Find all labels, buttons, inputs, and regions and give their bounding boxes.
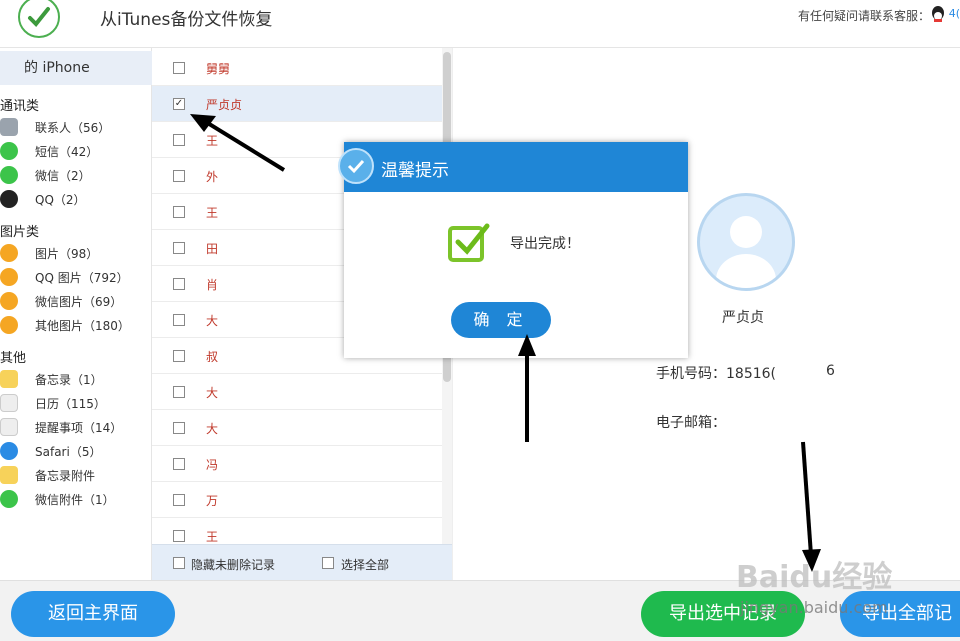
sidebar-item-notes[interactable]: 备忘录（1） (0, 367, 152, 391)
table-row[interactable]: 大 (152, 374, 442, 410)
table-row[interactable]: 冯 (152, 446, 442, 482)
category-other: 其他 (0, 351, 27, 366)
select-all-label: 选择全部 (341, 558, 390, 572)
sidebar-item-reminders[interactable]: 提醒事项（14） (0, 415, 152, 439)
table-row[interactable]: 舅舅 (152, 50, 442, 86)
qq-number[interactable]: 4( (949, 7, 960, 20)
calendar-icon (0, 394, 18, 412)
table-row[interactable]: ✓ 严贞贞 (152, 86, 442, 122)
sidebar-item-qq-photos[interactable]: QQ 图片（792） (0, 265, 152, 289)
sms-icon (0, 142, 18, 160)
hide-undeleted-checkbox[interactable] (173, 557, 185, 569)
wechat-attachment-icon (0, 490, 18, 508)
row-checkbox[interactable] (173, 530, 185, 542)
row-checkbox[interactable] (173, 350, 185, 362)
sidebar-item-sms[interactable]: 短信（42） (0, 139, 152, 163)
row-checkbox[interactable]: ✓ (173, 98, 185, 110)
qq-support-icon[interactable] (930, 5, 946, 23)
phone-tail: 6 (826, 363, 835, 379)
support-text: 有任何疑问请联系客服： (797, 9, 930, 23)
category-images: 图片类 (0, 225, 40, 240)
row-checkbox[interactable] (173, 242, 185, 254)
wechat-photos-icon (0, 292, 18, 310)
sidebar-item-notes-attachments[interactable]: 备忘录附件 (0, 463, 152, 487)
table-row[interactable]: 大 (152, 410, 442, 446)
photos-icon (0, 244, 18, 262)
success-check-icon (448, 223, 490, 262)
export-complete-dialog: 温馨提示 导出完成！ 确 定 (338, 142, 688, 358)
sidebar-item-wechat-attachments[interactable]: 微信附件（1） (0, 487, 152, 511)
phone-label: 手机号码：18516( (656, 366, 776, 382)
row-checkbox[interactable] (173, 422, 185, 434)
sidebar-item-safari[interactable]: Safari（5） (0, 439, 152, 463)
row-checkbox[interactable] (173, 278, 185, 290)
baidu-watermark: Baidu经验 jingyan.baidu.com (736, 560, 893, 617)
other-photos-icon (0, 316, 18, 334)
contact-name: 严贞贞 (722, 310, 764, 326)
row-checkbox[interactable] (173, 206, 185, 218)
qq-icon (0, 190, 18, 208)
person-icon (716, 216, 776, 288)
select-all-checkbox[interactable] (322, 557, 334, 569)
safari-icon (0, 442, 18, 460)
qq-photos-icon (0, 268, 18, 286)
row-checkbox[interactable] (173, 134, 185, 146)
row-checkbox[interactable] (173, 494, 185, 506)
row-checkbox[interactable] (173, 314, 185, 326)
sidebar-item-other-photos[interactable]: 其他图片（180） (0, 313, 152, 337)
sidebar-item-qq[interactable]: QQ（2） (0, 187, 152, 211)
sidebar-item-photos[interactable]: 图片（98） (0, 241, 152, 265)
app-logo-icon (18, 0, 60, 38)
contacts-icon (0, 118, 18, 136)
dialog-shield-icon (338, 148, 374, 184)
confirm-button[interactable]: 确 定 (451, 302, 551, 338)
contact-avatar (697, 193, 795, 291)
dialog-title: 温馨提示 (381, 161, 449, 181)
sidebar-item-contacts[interactable]: 联系人（56） (0, 115, 152, 139)
wechat-icon (0, 166, 18, 184)
dialog-header: 温馨提示 (338, 142, 688, 192)
table-row[interactable]: 万 (152, 482, 442, 518)
row-checkbox[interactable] (173, 458, 185, 470)
app-title: 从iTunes备份文件恢复 (100, 10, 273, 30)
list-footer: 隐藏未删除记录 选择全部 (152, 544, 452, 580)
sidebar-item-wechat-photos[interactable]: 微信图片（69） (0, 289, 152, 313)
row-checkbox[interactable] (173, 386, 185, 398)
reminders-icon (0, 418, 18, 436)
row-checkbox[interactable] (173, 170, 185, 182)
notes-attachment-icon (0, 466, 18, 484)
device-item[interactable]: 的 iPhone (0, 51, 152, 85)
email-label: 电子邮箱： (656, 415, 726, 431)
category-sidebar: 的 iPhone 通讯类 联系人（56） 短信（42） 微信（2） QQ（2） … (0, 48, 152, 580)
notes-icon (0, 370, 18, 388)
sidebar-item-calendar[interactable]: 日历（115） (0, 391, 152, 415)
sidebar-item-wechat[interactable]: 微信（2） (0, 163, 152, 187)
back-to-main-button[interactable]: 返回主界面 (11, 591, 175, 637)
category-communication: 通讯类 (0, 99, 40, 114)
app-header: 从iTunes备份文件恢复 有任何疑问请联系客服： 4( (0, 0, 960, 48)
row-checkbox[interactable] (173, 62, 185, 74)
hide-undeleted-label: 隐藏未删除记录 (191, 558, 276, 572)
dialog-message: 导出完成！ (510, 236, 580, 252)
